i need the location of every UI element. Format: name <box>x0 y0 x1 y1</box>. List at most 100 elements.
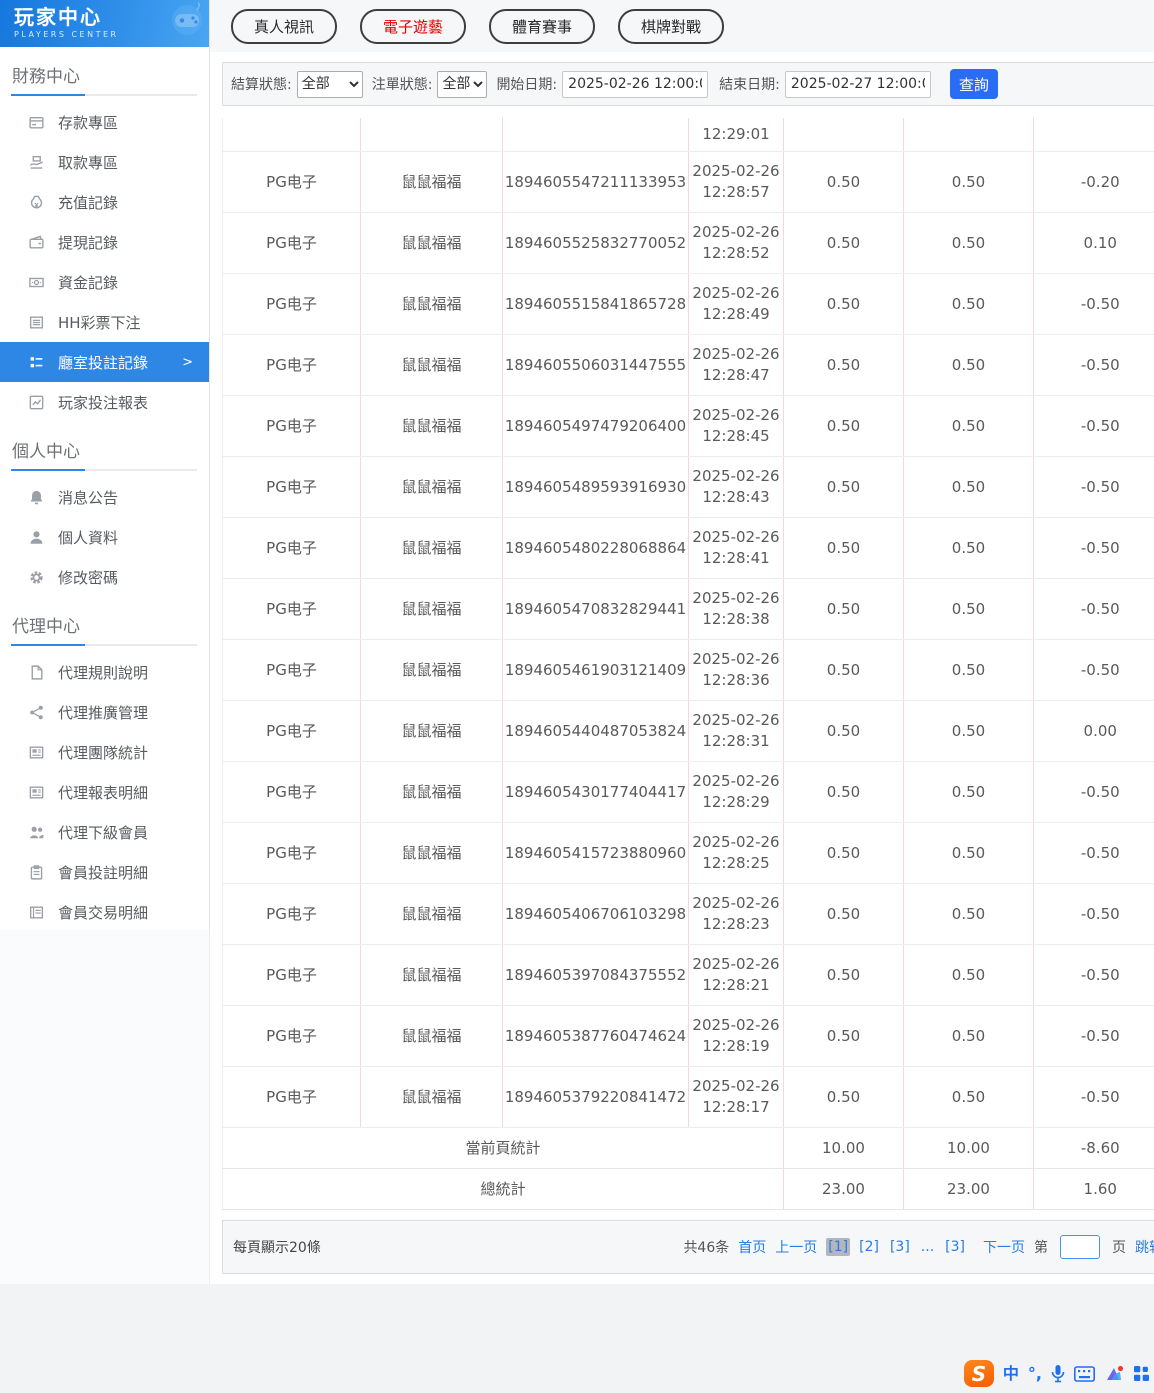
sidebar-item-recharge-record[interactable]: 充值記錄 <box>0 182 209 222</box>
game-cell: 鼠鼠福福 <box>360 761 503 823</box>
valid-amount-cell: 0.50 <box>903 1005 1034 1067</box>
valid-amount-cell: 0.50 <box>903 151 1034 213</box>
bet-amount-cell <box>783 118 904 152</box>
order-id-cell: 1894605470832829441 <box>502 578 689 640</box>
time-cell: 12:29:01 <box>688 118 784 152</box>
sidebar-item-member-trans-detail[interactable]: 會員交易明細 <box>0 892 209 932</box>
main-content: 真人視訊 電子遊藝 體育賽事 棋牌對戰 結算狀態: 全部 注單狀態: 全部 開始日期:… <box>210 0 1154 1393</box>
valid-amount-cell: 0.50 <box>903 517 1034 579</box>
table-row: PG电子 鼠鼠福福 1894605497479206400 2025-02-26… <box>222 395 1154 457</box>
valid-amount-cell: 0.50 <box>903 1066 1034 1128</box>
valid-amount-cell: 23.00 <box>903 1168 1034 1210</box>
time-cell: 2025-02-26 12:28:47 <box>688 334 784 396</box>
sidebar-item-notice[interactable]: 消息公告 <box>0 477 209 517</box>
end-date-input[interactable] <box>784 70 931 98</box>
sidebar-item-member-bet-detail[interactable]: 會員投註明細 <box>0 852 209 892</box>
sidebar-item-label: 會員交易明細 <box>58 903 149 922</box>
summary-label-cell: 總統計 <box>222 1168 784 1210</box>
game-cell: 鼠鼠福福 <box>360 883 503 945</box>
sidebar-item-label: 存款專區 <box>58 113 119 132</box>
list-squares-icon <box>28 354 45 371</box>
page-number-link[interactable]: ... <box>919 1238 936 1256</box>
winloss-cell: -0.50 <box>1033 273 1154 335</box>
table-row: PG电子 鼠鼠福福 1894605387760474624 2025-02-26… <box>222 1005 1154 1067</box>
valid-amount-cell: 0.50 <box>903 639 1034 701</box>
microphone-icon[interactable] <box>1051 1364 1065 1383</box>
winloss-cell: -0.50 <box>1033 1066 1154 1128</box>
page-jump-input[interactable] <box>1060 1234 1100 1259</box>
order-id-cell <box>502 118 689 152</box>
game-cell: 鼠鼠福福 <box>360 700 503 762</box>
sidebar-item-funds-record[interactable]: 資金記錄 <box>0 262 209 302</box>
bet-amount-cell: 0.50 <box>783 334 904 396</box>
ime-language-toggle[interactable]: 中 <box>1003 1365 1019 1382</box>
jump-action-link[interactable]: 跳转 <box>1135 1237 1154 1257</box>
time-cell: 2025-02-26 12:28:25 <box>688 822 784 884</box>
sidebar-item-agent-promotion[interactable]: 代理推廣管理 <box>0 692 209 732</box>
order-id-cell: 1894605480228068864 <box>502 517 689 579</box>
ime-toolbar: S 中 °, <box>963 1360 1150 1387</box>
sidebar-item-withdraw-zone[interactable]: 取款專區 <box>0 142 209 182</box>
winloss-cell: -0.50 <box>1033 1005 1154 1067</box>
end-date-label: 結束日期: <box>719 77 780 93</box>
keyboard-icon[interactable] <box>1074 1365 1095 1382</box>
sidebar-item-room-bet-record[interactable]: 廳室投註記錄 > <box>0 342 209 382</box>
prev-page-link[interactable]: 上一页 <box>775 1237 817 1257</box>
bet-table-wrap: 12:29:01 PG电子 鼠鼠福福 1894605547211133953 2… <box>222 118 1154 1210</box>
tab-sports[interactable]: 體育賽事 <box>489 8 596 44</box>
search-button[interactable]: 查詢 <box>949 69 998 99</box>
skin-palette-icon[interactable] <box>1104 1365 1124 1383</box>
valid-amount-cell: 0.50 <box>903 761 1034 823</box>
game-cell: 鼠鼠福福 <box>360 517 503 579</box>
sidebar-item-change-password[interactable]: 修改密碼 <box>0 557 209 597</box>
sidebar-item-profile[interactable]: 個人資料 <box>0 517 209 557</box>
bell-icon <box>28 489 45 506</box>
app-logo[interactable]: 玩家中心 PLAYERS CENTER <box>0 0 209 47</box>
next-page-link[interactable]: 下一页 <box>983 1237 1025 1257</box>
valid-amount-cell: 0.50 <box>903 578 1034 640</box>
time-cell: 2025-02-26 12:28:52 <box>688 212 784 274</box>
summary-label-cell: 當前頁統計 <box>222 1127 784 1169</box>
tab-live-video[interactable]: 真人視訊 <box>231 8 338 44</box>
tab-board-games[interactable]: 棋牌對戰 <box>618 8 725 44</box>
order-status-select[interactable]: 全部 <box>437 70 488 98</box>
winloss-cell: -0.50 <box>1033 944 1154 1006</box>
platform-cell: PG电子 <box>222 944 361 1006</box>
tab-electronic-games[interactable]: 電子遊藝 <box>360 8 467 44</box>
winloss-cell: 0.10 <box>1033 212 1154 274</box>
winloss-cell: -0.50 <box>1033 517 1154 579</box>
start-date-input[interactable] <box>562 70 709 98</box>
table-row: PG电子 鼠鼠福福 1894605397084375552 2025-02-26… <box>222 944 1154 1006</box>
order-id-cell: 1894605489593916930 <box>502 456 689 518</box>
settle-status-select[interactable]: 全部 <box>296 70 363 98</box>
order-id-cell: 1894605547211133953 <box>502 151 689 213</box>
valid-amount-cell: 0.50 <box>903 395 1034 457</box>
platform-cell: PG电子 <box>222 639 361 701</box>
gear-icon <box>28 569 45 586</box>
sidebar-item-agent-sub-members[interactable]: 代理下級會員 <box>0 812 209 852</box>
wallet-icon <box>28 234 45 251</box>
sidebar-item-agent-report-detail[interactable]: 代理報表明細 <box>0 772 209 812</box>
sidebar-item-deposit-zone[interactable]: 存款專區 <box>0 102 209 142</box>
sogou-logo-icon[interactable]: S <box>963 1360 994 1387</box>
ledger-icon <box>28 904 45 921</box>
page-number-links: [1] [2] [3]... [3] <box>826 1237 974 1256</box>
page-number-link[interactable]: [3] <box>888 1238 912 1256</box>
filter-bar: 結算狀態: 全部 注單狀態: 全部 開始日期: 結束日期: 查詢 <box>222 62 1154 106</box>
sidebar-item-agent-team-stats[interactable]: 代理團隊統計 <box>0 732 209 772</box>
sidebar-item-withdraw-record[interactable]: 提現記錄 <box>0 222 209 262</box>
order-id-cell: 1894605379220841472 <box>502 1066 689 1128</box>
sidebar-item-label: 代理下級會員 <box>58 823 149 842</box>
apps-grid-icon[interactable] <box>1133 1365 1150 1382</box>
page-number-link[interactable]: [2] <box>857 1238 881 1256</box>
platform-cell: PG电子 <box>222 151 361 213</box>
ime-punctuation-toggle[interactable]: °, <box>1028 1365 1042 1382</box>
gamepad-icon <box>151 2 203 46</box>
valid-amount-cell: 0.50 <box>903 883 1034 945</box>
first-page-link[interactable]: 首页 <box>738 1237 766 1257</box>
sidebar-item-agent-rules[interactable]: 代理規則說明 <box>0 652 209 692</box>
page-number-link[interactable]: [1] <box>826 1237 851 1256</box>
sidebar-item-player-bet-report[interactable]: 玩家投注報表 <box>0 382 209 422</box>
sidebar-item-hh-lottery-bet[interactable]: HH彩票下注 <box>0 302 209 342</box>
page-number-link[interactable]: [3] <box>943 1238 967 1256</box>
